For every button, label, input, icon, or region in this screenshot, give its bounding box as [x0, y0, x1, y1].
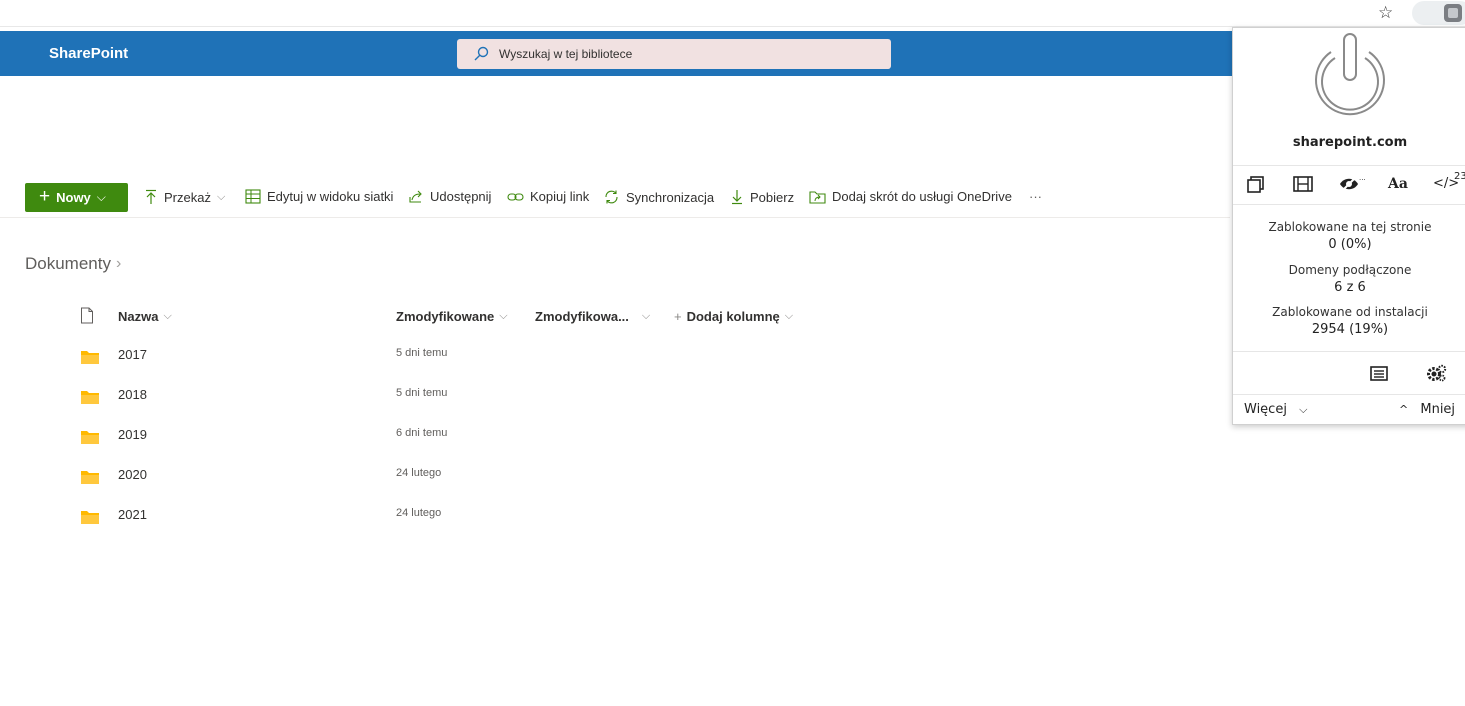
- copy-link-label: Kopiuj link: [530, 189, 590, 204]
- more-commands-button[interactable]: ···: [1029, 189, 1042, 204]
- domains-label: Domeny podłączone: [1288, 263, 1412, 277]
- cosmetic-filter-icon[interactable]: ...: [1339, 175, 1365, 193]
- current-domain: sharepoint.com: [1292, 135, 1408, 150]
- new-button[interactable]: + Nowy ⌵: [25, 183, 128, 212]
- chevron-right-icon: ›: [116, 255, 122, 272]
- onedrive-shortcut-label: Dodaj skrót do usługi OneDrive: [832, 189, 1012, 204]
- plus-icon: +: [674, 309, 682, 324]
- onedrive-shortcut-button[interactable]: Dodaj skrót do usługi OneDrive: [809, 189, 1012, 204]
- add-column-label: Dodaj kolumnę: [686, 309, 780, 324]
- power-toggle-icon[interactable]: [1307, 32, 1393, 128]
- grid-edit-button[interactable]: Edytuj w widoku siatki: [245, 189, 393, 204]
- command-bar: + Nowy ⌵ Przekaż ⌵ Edytuj w widoku siatk…: [0, 180, 1230, 218]
- row-name[interactable]: 2018: [118, 387, 147, 402]
- search-icon: [474, 46, 489, 61]
- domains-value: 6 z 6: [1334, 280, 1366, 295]
- breadcrumb-documents[interactable]: Dokumenty: [25, 254, 111, 274]
- row-name[interactable]: 2021: [118, 507, 147, 522]
- scripts-count: 23: [1454, 171, 1465, 182]
- blocked-total-label: Zablokowane od instalacji: [1272, 305, 1428, 319]
- column-header-modified-by[interactable]: Zmodyfikowa... ⌵: [535, 309, 650, 324]
- download-button[interactable]: Pobierz: [730, 189, 794, 205]
- download-label: Pobierz: [750, 189, 795, 205]
- share-icon: [409, 190, 422, 203]
- column-modified-by-label: Zmodyfikowa...: [535, 309, 629, 324]
- column-header-modified[interactable]: Zmodyfikowane ⌵: [396, 309, 508, 324]
- column-modified-label: Zmodyfikowane: [396, 309, 495, 324]
- more-toggle[interactable]: Więcej ⌵: [1244, 402, 1307, 417]
- search-box[interactable]: Wyszukaj w tej bibliotece: [457, 39, 891, 69]
- extension-actions: [1233, 351, 1465, 395]
- row-modified: 24 lutego: [396, 507, 442, 519]
- shortcut-folder-icon: [809, 191, 826, 204]
- chevron-down-icon: ⌵: [784, 310, 794, 322]
- chevron-down-icon: ⌵: [96, 190, 106, 204]
- svg-text:...: ...: [1359, 175, 1365, 182]
- search-input[interactable]: Wyszukaj w tej bibliotece: [499, 47, 632, 61]
- plus-icon: +: [39, 185, 51, 207]
- row-modified: 24 lutego: [396, 467, 442, 479]
- folder-icon: [81, 511, 99, 524]
- column-name-label: Nazwa: [118, 309, 159, 324]
- share-button[interactable]: Udostępnij: [408, 189, 491, 204]
- upload-button[interactable]: Przekaż ⌵: [144, 189, 225, 205]
- row-name[interactable]: 2017: [118, 347, 147, 362]
- folder-icon: [81, 431, 99, 444]
- grid-edit-label: Edytuj w widoku siatki: [267, 189, 394, 204]
- table-row[interactable]: 2020 24 lutego: [0, 460, 1230, 500]
- table-row[interactable]: 2019 6 dni temu: [0, 420, 1230, 460]
- blocked-page-value: 0 (0%): [1328, 237, 1372, 252]
- folder-icon: [81, 391, 99, 404]
- extension-toolbar: ... Aa </> 23: [1233, 165, 1465, 205]
- logger-icon[interactable]: [1370, 366, 1388, 381]
- extension-popup: sharepoint.com ... Aa </> 23 Zablokowane…: [1232, 27, 1465, 425]
- chevron-up-icon: ^: [1399, 403, 1409, 416]
- upload-icon: [146, 189, 156, 204]
- folder-icon: [81, 471, 99, 484]
- chevron-down-icon: ⌵: [499, 310, 508, 322]
- share-label: Udostępnij: [430, 189, 492, 204]
- table-row[interactable]: 2021 24 lutego: [0, 500, 1230, 540]
- new-button-label: Nowy: [56, 190, 91, 205]
- folder-icon: [81, 351, 99, 364]
- row-name[interactable]: 2020: [118, 467, 147, 482]
- app-brand[interactable]: SharePoint: [49, 45, 128, 62]
- upload-label: Przekaż: [164, 189, 211, 205]
- bookmark-star-icon[interactable]: ☆: [1378, 3, 1393, 23]
- row-modified: 6 dni temu: [396, 427, 448, 439]
- copy-link-button[interactable]: Kopiuj link: [507, 189, 589, 204]
- less-toggle[interactable]: ^ Mniej: [1399, 402, 1455, 417]
- row-modified: 5 dni temu: [396, 347, 448, 359]
- font-block-icon[interactable]: Aa: [1388, 176, 1408, 192]
- sync-button[interactable]: Synchronizacja: [603, 189, 714, 205]
- sync-icon: [605, 190, 618, 204]
- row-modified: 5 dni temu: [396, 387, 448, 399]
- download-icon: [732, 190, 742, 205]
- add-column-button[interactable]: + Dodaj kolumnę ⌵: [674, 309, 793, 324]
- ublock-extension-icon[interactable]: [1444, 4, 1462, 22]
- table-row[interactable]: 2017 5 dni temu: [0, 340, 1230, 380]
- blocked-total-value: 2954 (19%): [1311, 322, 1389, 337]
- column-header-name[interactable]: Nazwa ⌵: [118, 309, 172, 324]
- media-block-icon[interactable]: [1293, 175, 1313, 193]
- more-label: Więcej: [1244, 402, 1287, 417]
- blocked-page-label: Zablokowane na tej stronie: [1268, 220, 1432, 234]
- settings-gears-icon[interactable]: [1427, 364, 1447, 382]
- sync-label: Synchronizacja: [626, 189, 715, 205]
- popup-block-icon[interactable]: [1247, 175, 1265, 193]
- file-type-icon[interactable]: [80, 307, 94, 324]
- table-row[interactable]: 2018 5 dni temu: [0, 380, 1230, 420]
- chevron-down-icon: ⌵: [641, 310, 651, 322]
- browser-toolbar: ☆: [0, 0, 1465, 27]
- link-icon: [507, 192, 524, 201]
- less-label: Mniej: [1420, 402, 1456, 417]
- chevron-down-icon: ⌵: [216, 190, 226, 203]
- more-icon: ···: [1029, 189, 1042, 204]
- grid-icon: [245, 189, 261, 204]
- chevron-down-icon: ⌵: [1299, 403, 1308, 416]
- chevron-down-icon: ⌵: [163, 310, 172, 322]
- row-name[interactable]: 2019: [118, 427, 147, 442]
